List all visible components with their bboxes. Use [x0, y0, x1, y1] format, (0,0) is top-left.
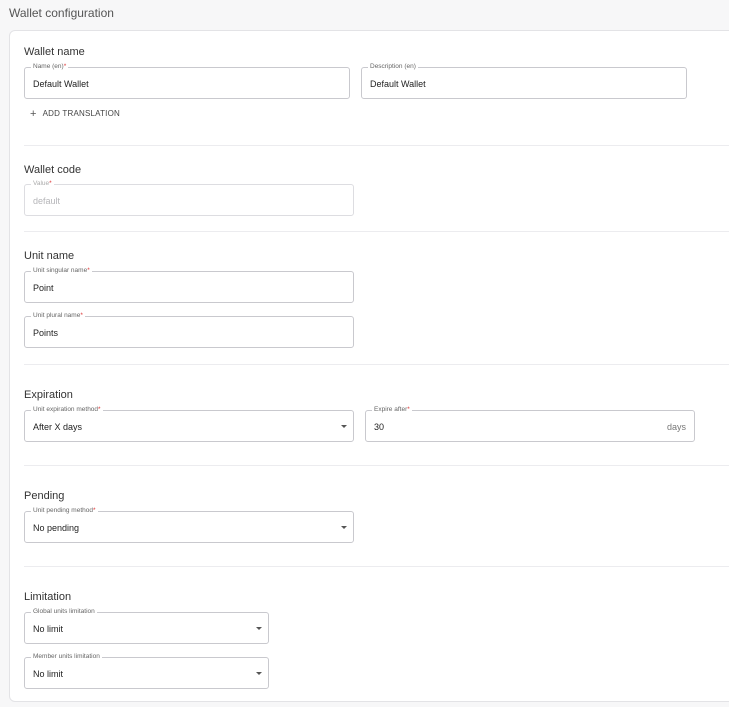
chevron-down-icon [341, 526, 347, 529]
chevron-down-icon [341, 425, 347, 428]
pending-heading: Pending [24, 490, 65, 502]
member-limitation-select[interactable]: Member units limitation No limit [24, 653, 269, 689]
wallet-description-field[interactable]: Description (en) Default Wallet [361, 63, 687, 99]
expire-after-unit: days [666, 422, 686, 432]
unit-plural-field[interactable]: Unit plural name* Points [24, 312, 354, 348]
global-limitation-label: Global units limitation [31, 608, 97, 616]
pending-method-select[interactable]: Unit pending method* No pending [24, 507, 354, 543]
section-divider [24, 465, 729, 466]
page-title: Wallet configuration [9, 6, 114, 20]
add-translation-label: ADD TRANSLATION [42, 109, 121, 118]
pending-method-value: No pending [33, 523, 80, 533]
member-limitation-value: No limit [33, 669, 64, 679]
expiration-method-value: After X days [33, 422, 83, 432]
expiration-heading: Expiration [24, 389, 73, 401]
unit-name-heading: Unit name [24, 250, 75, 262]
add-translation-button[interactable]: + ADD TRANSLATION [30, 107, 121, 120]
wallet-code-value: default [33, 196, 61, 206]
wallet-name-field[interactable]: Name (en)* Default Wallet [24, 63, 350, 99]
expire-after-value: 30 [374, 422, 385, 432]
section-divider [24, 231, 729, 232]
wallet-name-value: Default Wallet [33, 79, 89, 89]
plus-icon: + [30, 107, 37, 120]
unit-singular-label: Unit singular name* [31, 267, 92, 275]
wallet-code-label: Value* [31, 180, 54, 188]
wallet-code-heading: Wallet code [24, 164, 82, 176]
expiration-method-select[interactable]: Unit expiration method* After X days [24, 406, 354, 442]
section-divider [24, 145, 729, 146]
wallet-name-label: Name (en)* [31, 63, 69, 71]
expire-after-label: Expire after* [372, 406, 412, 414]
chevron-down-icon [256, 627, 262, 630]
wallet-code-field: Value* default [24, 180, 354, 216]
global-limitation-select[interactable]: Global units limitation No limit [24, 608, 269, 644]
wallet-description-value: Default Wallet [370, 79, 426, 89]
unit-singular-value: Point [33, 283, 54, 293]
section-divider [24, 566, 729, 567]
pending-method-label: Unit pending method* [31, 507, 98, 515]
unit-plural-label: Unit plural name* [31, 312, 85, 320]
wallet-config-card: Wallet name Name (en)* Default Wallet De… [9, 30, 729, 702]
unit-plural-value: Points [33, 328, 59, 338]
global-limitation-value: No limit [33, 624, 64, 634]
section-divider [24, 364, 729, 365]
unit-singular-field[interactable]: Unit singular name* Point [24, 267, 354, 303]
limitation-heading: Limitation [24, 591, 72, 603]
expire-after-field[interactable]: Expire after* 30 days [365, 406, 695, 442]
expiration-method-label: Unit expiration method* [31, 406, 103, 414]
chevron-down-icon [256, 672, 262, 675]
member-limitation-label: Member units limitation [31, 653, 102, 661]
wallet-name-heading: Wallet name [24, 46, 85, 58]
wallet-description-label: Description (en) [368, 63, 418, 71]
